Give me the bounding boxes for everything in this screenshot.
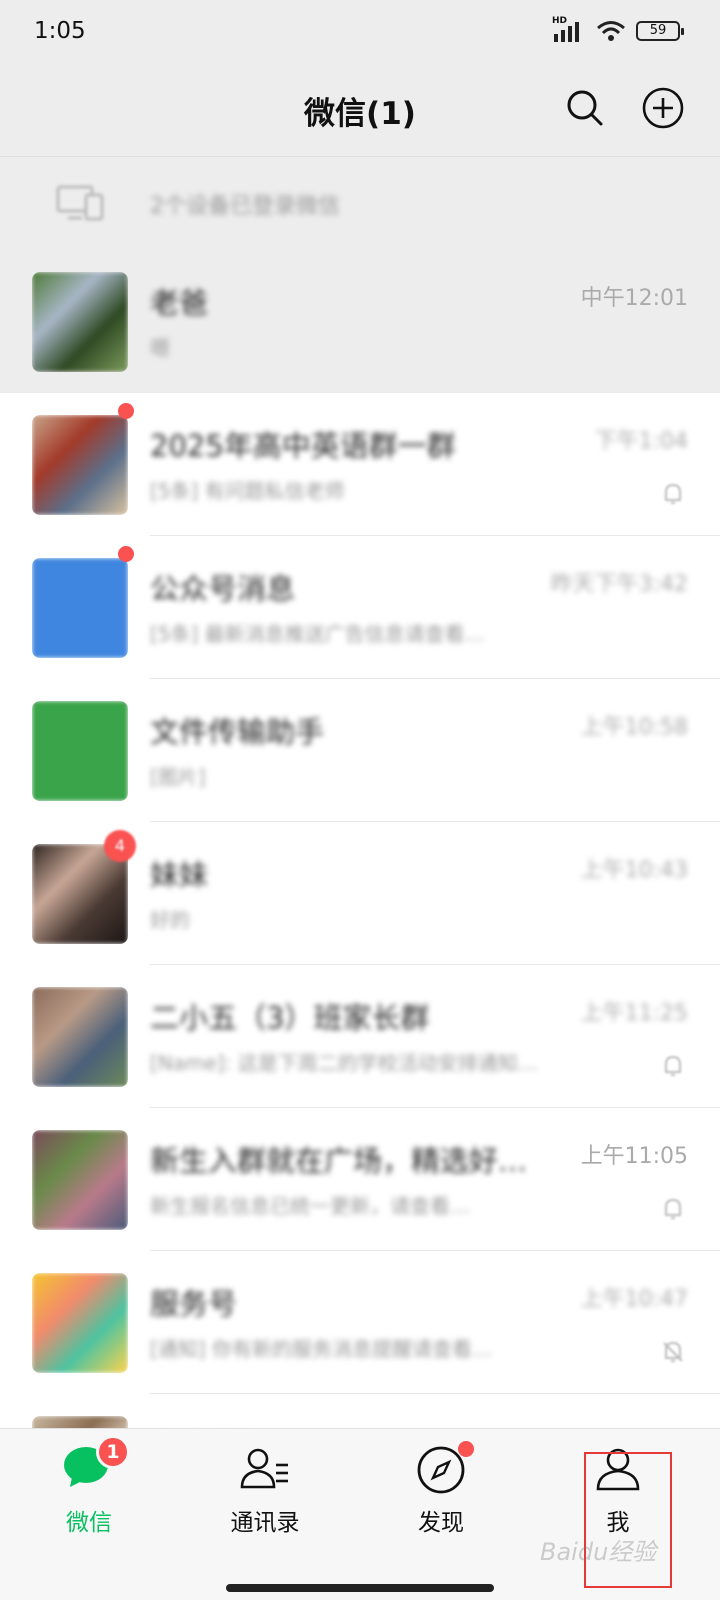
- avatar-image: [32, 415, 128, 515]
- chat-time: 上午10:58: [580, 715, 688, 740]
- chat-preview: [5条] 有问题私信老师: [150, 479, 345, 503]
- chat-list-item[interactable]: 服务号 [通知] 你有新的服务消息提醒请查看… 上午10:47: [0, 1251, 720, 1394]
- chat-name: 2025年高中英语群一群: [150, 429, 456, 463]
- avatar-image: [32, 272, 128, 372]
- tab-label: 通讯录: [230, 1510, 300, 1536]
- mute-icon: [665, 1198, 681, 1219]
- cellular-signal-icon: HD: [552, 16, 586, 42]
- chat-time: 下午1:04: [594, 429, 688, 454]
- chat-time: 昨天下午3:42: [550, 572, 688, 597]
- chat-preview: 好的: [150, 908, 190, 932]
- mute-icon: [665, 483, 681, 504]
- chat-avatar: [32, 1273, 128, 1373]
- monitor-icon: [56, 185, 104, 221]
- tab-unread-badge: 1: [96, 1435, 130, 1469]
- chat-time: 上午10:43: [580, 858, 688, 883]
- chat-avatar: [32, 415, 128, 515]
- avatar-image: [32, 987, 128, 1087]
- tab-label: 微信: [66, 1510, 112, 1536]
- chat-name: 老爸: [150, 286, 209, 320]
- chat-list-item[interactable]: 公众号消息 [5条] 最新消息推送广告信息请查看… 昨天下午3:42: [0, 536, 720, 679]
- tab-chats[interactable]: 微信 1: [24, 1435, 154, 1553]
- add-button[interactable]: [641, 86, 685, 130]
- chat-name: 公众号消息: [150, 572, 296, 606]
- chat-time: 上午11:25: [580, 1001, 688, 1026]
- header-bar: 微信(1): [0, 66, 720, 156]
- chat-list-item[interactable]: 新生入群就在广场，精选好… 新生报名信息已统一更新，请查看… 上午11:05: [0, 1108, 720, 1251]
- unread-dot: [118, 546, 134, 562]
- chat-avatar: [32, 987, 128, 1087]
- chat-list-item[interactable]: 老爸嗯 中午12:01: [0, 250, 720, 393]
- chat-avatar: [32, 272, 128, 372]
- tab-unread-dot: [458, 1441, 474, 1457]
- bell-off-icon: [663, 1341, 683, 1362]
- chat-time: 中午12:01: [580, 286, 688, 311]
- device-banner-text: 2个设备已登录微信: [150, 194, 340, 219]
- chat-preview: [5条] 最新消息推送广告信息请查看…: [150, 622, 485, 646]
- highlight-box: [584, 1452, 672, 1588]
- status-time: 1:05: [34, 18, 86, 44]
- wifi-icon: [597, 21, 625, 41]
- chat-time: 上午11:05: [580, 1144, 688, 1169]
- chat-name: 服务号: [150, 1287, 238, 1321]
- chat-list-item[interactable]: 2025年高中英语群一群 [5条] 有问题私信老师 下午1:04: [0, 393, 720, 536]
- contacts-icon: [240, 1448, 288, 1489]
- avatar-image: [32, 1130, 128, 1230]
- search-button[interactable]: [563, 86, 607, 130]
- search-icon: [567, 90, 603, 126]
- page-title: 微信(1): [304, 96, 416, 132]
- chat-avatar: [32, 1130, 128, 1230]
- chat-list-item[interactable]: 二小五（3）班家长群 [Name]: 这是下周二的学校活动安排通知… 上午11:25: [0, 965, 720, 1108]
- avatar-image: [32, 701, 128, 801]
- mute-icon: [665, 1055, 681, 1076]
- device-login-banner[interactable]: 2个设备已登录微信: [0, 156, 720, 250]
- unread-count-badge: 4: [104, 830, 136, 862]
- avatar-image: [32, 1273, 128, 1373]
- avatar-image: [32, 558, 128, 658]
- chat-avatar: [32, 558, 128, 658]
- chat-name: 妹妹: [150, 858, 209, 892]
- chat-list-item[interactable]: 4 妹妹好的 上午10:43: [0, 822, 720, 965]
- chat-name: 文件传输助手: [150, 715, 325, 749]
- watermark: Baidu经验: [540, 1538, 657, 1566]
- plus-circle-icon: [642, 87, 684, 129]
- chat-list-item[interactable]: 文件传输助手 [图片] 上午10:58: [0, 679, 720, 822]
- chat-preview: [Name]: 这是下周二的学校活动安排通知…: [150, 1051, 538, 1075]
- network-label: HD: [552, 16, 568, 26]
- tab-discover[interactable]: 发现: [376, 1441, 506, 1553]
- chat-name: 新生入群就在广场，精选好…: [150, 1144, 528, 1178]
- status-icons: HD 59: [552, 16, 684, 42]
- chat-preview: 新生报名信息已统一更新，请查看…: [150, 1194, 470, 1218]
- chat-preview: [通知] 你有新的服务消息提醒请查看…: [150, 1337, 492, 1361]
- unread-dot: [118, 403, 134, 419]
- tab-label: 发现: [418, 1510, 464, 1536]
- chat-avatar: [32, 701, 128, 801]
- battery-icon: 59: [636, 21, 684, 41]
- status-bar: 1:05 HD 59: [0, 0, 720, 66]
- chat-name: 二小五（3）班家长群: [150, 1001, 430, 1035]
- chat-time: 上午10:47: [580, 1287, 688, 1312]
- home-indicator[interactable]: [226, 1584, 494, 1592]
- tab-contacts[interactable]: 通讯录: [200, 1443, 330, 1553]
- chat-preview: 嗯: [150, 336, 170, 360]
- chat-preview: [图片]: [150, 765, 206, 789]
